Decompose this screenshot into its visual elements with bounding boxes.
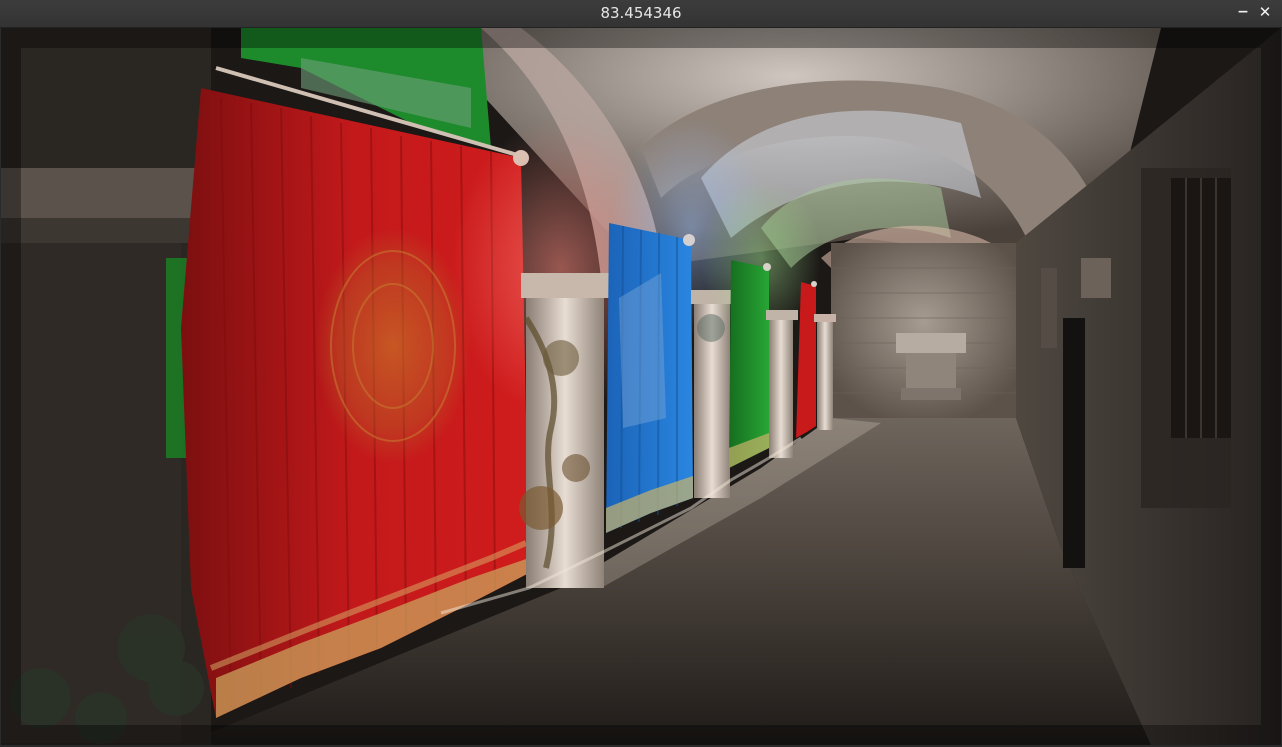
minimize-button[interactable]: −: [1234, 3, 1252, 21]
render-viewport[interactable]: [1, 28, 1281, 745]
app-window: 83.454346 − ✕: [0, 0, 1282, 747]
title-bar[interactable]: 83.454346 − ✕: [0, 0, 1282, 28]
scene-canvas: [1, 28, 1281, 745]
window-title: 83.454346: [600, 4, 682, 22]
close-button[interactable]: ✕: [1256, 3, 1274, 21]
